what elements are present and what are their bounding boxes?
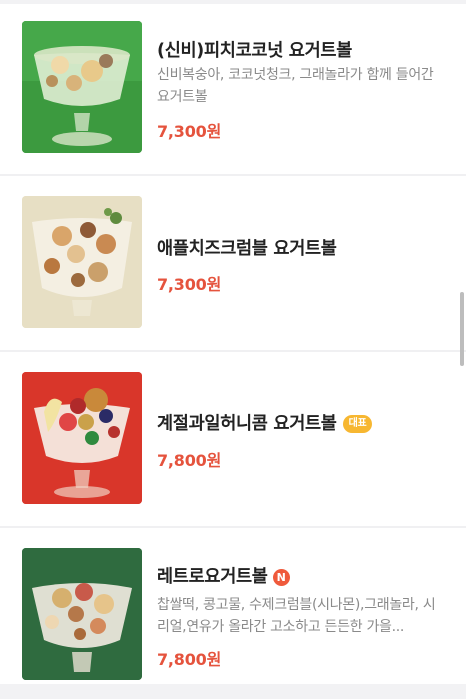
menu-item-price: 7,300원	[157, 275, 222, 294]
yogurt-bowl-image	[22, 196, 142, 328]
yogurt-bowl-image	[22, 372, 142, 504]
menu-item-image[interactable]	[22, 21, 142, 153]
menu-item-name: 계절과일허니콤 요거트볼 대표	[157, 410, 373, 435]
menu-item-name-text: 레트로요거트볼	[157, 567, 268, 587]
menu-item-image[interactable]	[22, 372, 142, 504]
menu-item-description: 찹쌀떡, 콩고물, 수제크럼블(시나몬),그래놀라, 시리얼,연유가 올라간 고…	[157, 597, 436, 635]
scrollbar[interactable]	[460, 292, 464, 366]
menu-item-image[interactable]	[22, 548, 142, 680]
menu-item-name: 레트로요거트볼 N	[157, 563, 290, 588]
menu-item-name-text: 계절과일허니콤 요거트볼	[157, 414, 337, 434]
menu-item-image[interactable]	[22, 196, 142, 328]
bottom-separator	[0, 684, 466, 699]
menu-item-price: 7,300원	[157, 122, 222, 141]
item-divider	[0, 350, 466, 352]
menu-item-name: 애플치즈크럼블 요거트볼	[157, 239, 337, 259]
item-divider	[0, 174, 466, 176]
yogurt-bowl-image	[22, 548, 142, 680]
menu-item-price: 7,800원	[157, 650, 222, 669]
menu-item-description: 신비복숭아, 코코넛청크, 그래놀라가 함께 들어간 요거트볼	[157, 67, 434, 105]
representative-badge: 대표	[342, 415, 373, 433]
menu-item-name: (신비)피치코코넛 요거트볼	[157, 41, 352, 61]
item-divider	[0, 526, 466, 528]
top-separator	[0, 0, 466, 4]
menu-item-price: 7,800원	[157, 451, 222, 470]
yogurt-bowl-image	[22, 21, 142, 153]
new-badge: N	[272, 568, 290, 586]
